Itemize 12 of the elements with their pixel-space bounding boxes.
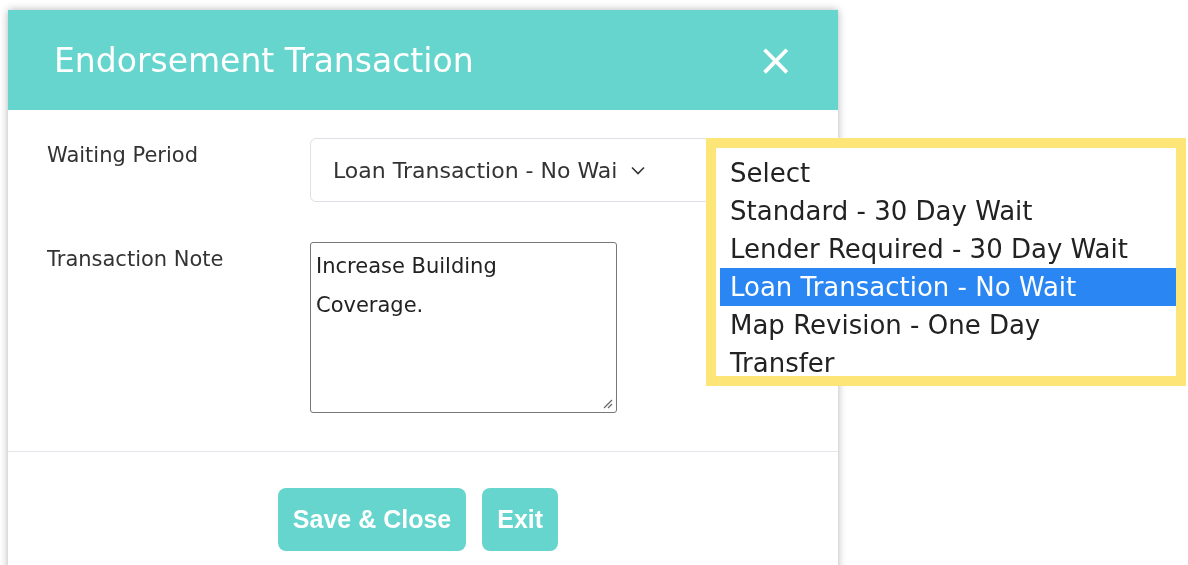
dropdown-option[interactable]: Standard - 30 Day Wait bbox=[720, 192, 1176, 230]
dropdown-option[interactable]: Select bbox=[720, 154, 1176, 192]
dropdown-option[interactable]: Loan Transaction - No Wait bbox=[720, 268, 1176, 306]
field-label: Waiting Period bbox=[47, 142, 199, 167]
dialog-title: Endorsement Transaction bbox=[54, 40, 474, 80]
text-area[interactable]: Increase Building Coverage. bbox=[310, 242, 617, 413]
dropdown-option[interactable]: Map Revision - One Day bbox=[720, 306, 1176, 344]
chevron-down-icon bbox=[631, 165, 646, 175]
field-label: Transaction Note bbox=[47, 246, 225, 271]
dropdown-option[interactable]: Lender Required - 30 Day Wait bbox=[720, 230, 1176, 268]
dropdown-option[interactable]: Transfer bbox=[720, 344, 1176, 382]
resize-grip-icon bbox=[602, 398, 613, 409]
